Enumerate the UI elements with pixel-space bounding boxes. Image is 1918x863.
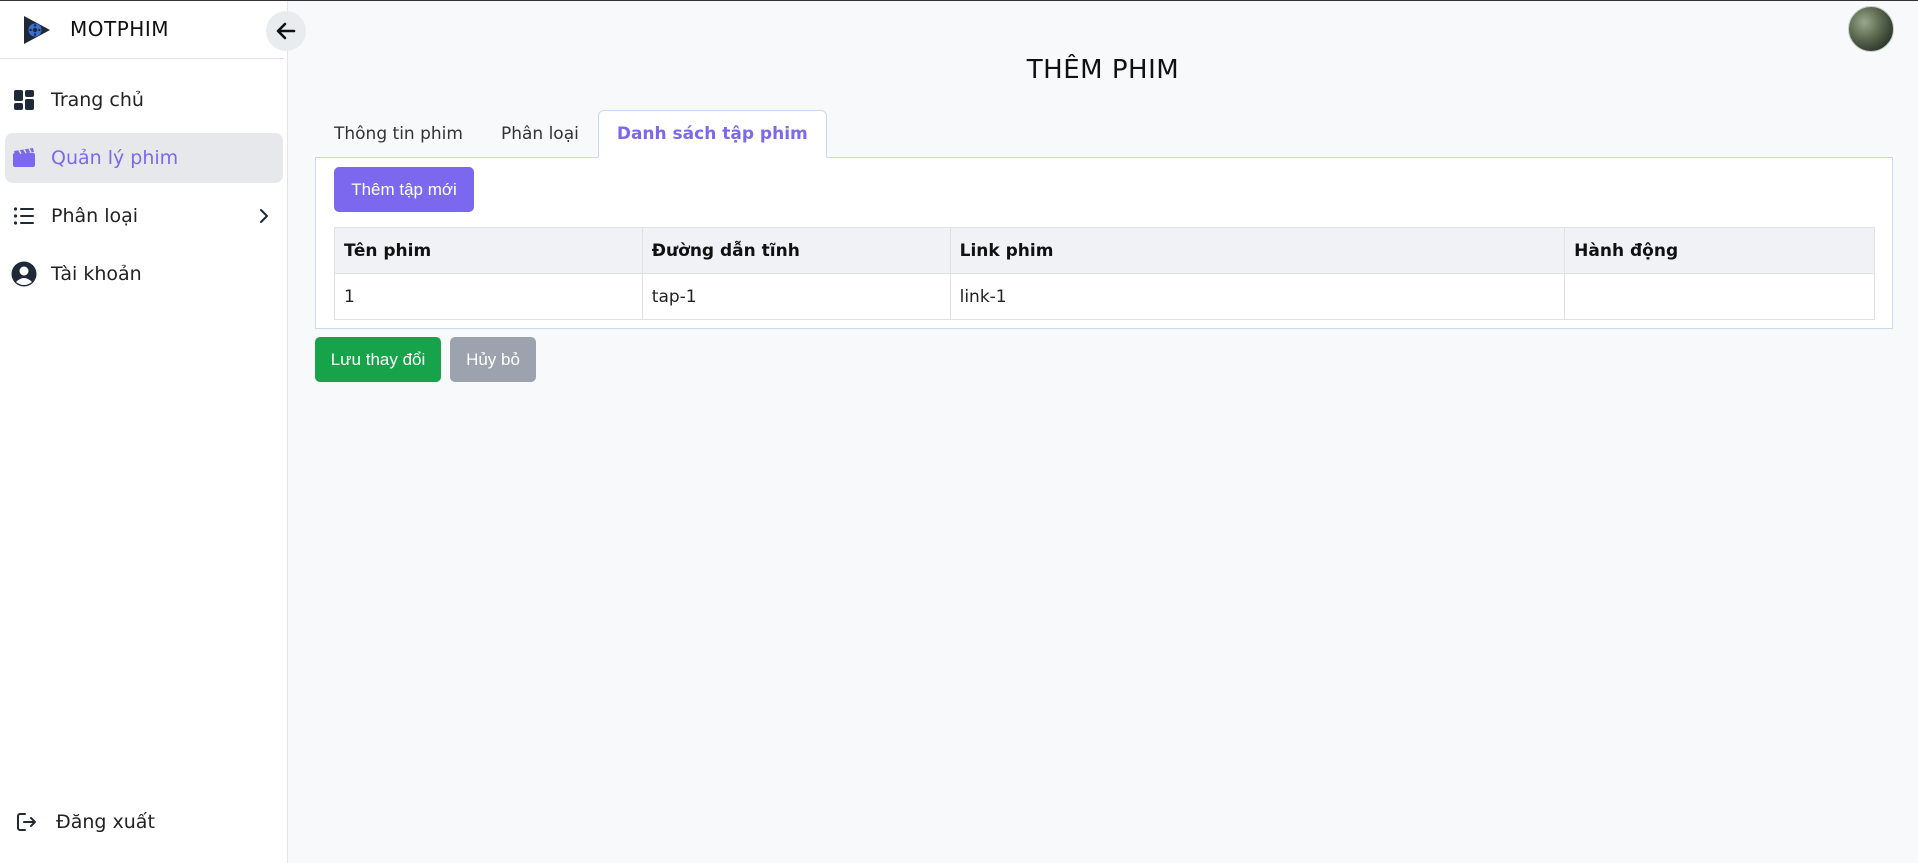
episode-link-cell: link-1 [949,273,1566,320]
tab-episode-list[interactable]: Danh sách tập phim [597,110,827,158]
sidebar: MOTPHIM Trang chủ Quản lý phim Phân loại… [0,1,288,863]
chevron-right-icon [260,209,268,223]
logout-icon [14,809,40,835]
sidebar-item-movies[interactable]: Quản lý phim [5,133,283,183]
tab-bar: Thông tin phim Phân loại Danh sách tập p… [315,110,827,158]
episodes-table: Tên phim Đường dẫn tĩnh Link phim Hành đ… [334,227,1875,320]
collapse-sidebar-button[interactable] [266,11,306,51]
episode-slug-cell: tap-1 [641,273,951,320]
table-row: 1 tap-1 link-1 [334,273,1875,320]
table-header-row: Tên phim Đường dẫn tĩnh Link phim Hành đ… [334,227,1875,274]
list-icon [11,203,37,229]
sidebar-item-label: Tài khoản [51,263,142,285]
save-changes-button[interactable]: Lưu thay đổi [315,337,441,382]
tab-categories[interactable]: Phân loại [482,110,598,158]
episode-actions-cell [1564,273,1875,320]
sidebar-item-categories[interactable]: Phân loại [5,191,283,241]
sidebar-item-label: Trang chủ [51,89,144,111]
avatar[interactable] [1848,6,1894,52]
column-header-slug: Đường dẫn tĩnh [641,227,951,274]
arrow-left-icon [276,22,296,40]
cancel-button[interactable]: Hủy bỏ [450,337,536,382]
logo-icon [24,16,50,44]
sidebar-nav: Trang chủ Quản lý phim Phân loại Tài kho… [0,75,288,307]
sidebar-item-label: Phân loại [51,205,139,227]
brand-name: MOTPHIM [70,17,169,41]
film-icon [11,145,37,171]
column-header-link: Link phim [949,227,1566,274]
episode-list-panel: Thêm tập mới Tên phim Đường dẫn tĩnh Lin… [315,157,1893,329]
column-header-actions: Hành động [1564,227,1875,274]
sidebar-item-home[interactable]: Trang chủ [5,75,283,125]
tab-movie-info[interactable]: Thông tin phim [315,110,482,158]
dashboard-icon [11,87,37,113]
logout-label: Đăng xuất [56,811,155,833]
logout-button[interactable]: Đăng xuất [14,809,155,835]
user-circle-icon [11,261,37,287]
column-header-name: Tên phim [334,227,643,274]
episode-name-cell: 1 [334,273,643,320]
sidebar-item-label: Quản lý phim [51,147,179,169]
add-episode-button[interactable]: Thêm tập mới [334,167,474,212]
brand[interactable]: MOTPHIM [0,1,284,59]
page-title: THÊM PHIM [1026,55,1180,85]
sidebar-item-account[interactable]: Tài khoản [5,249,283,299]
